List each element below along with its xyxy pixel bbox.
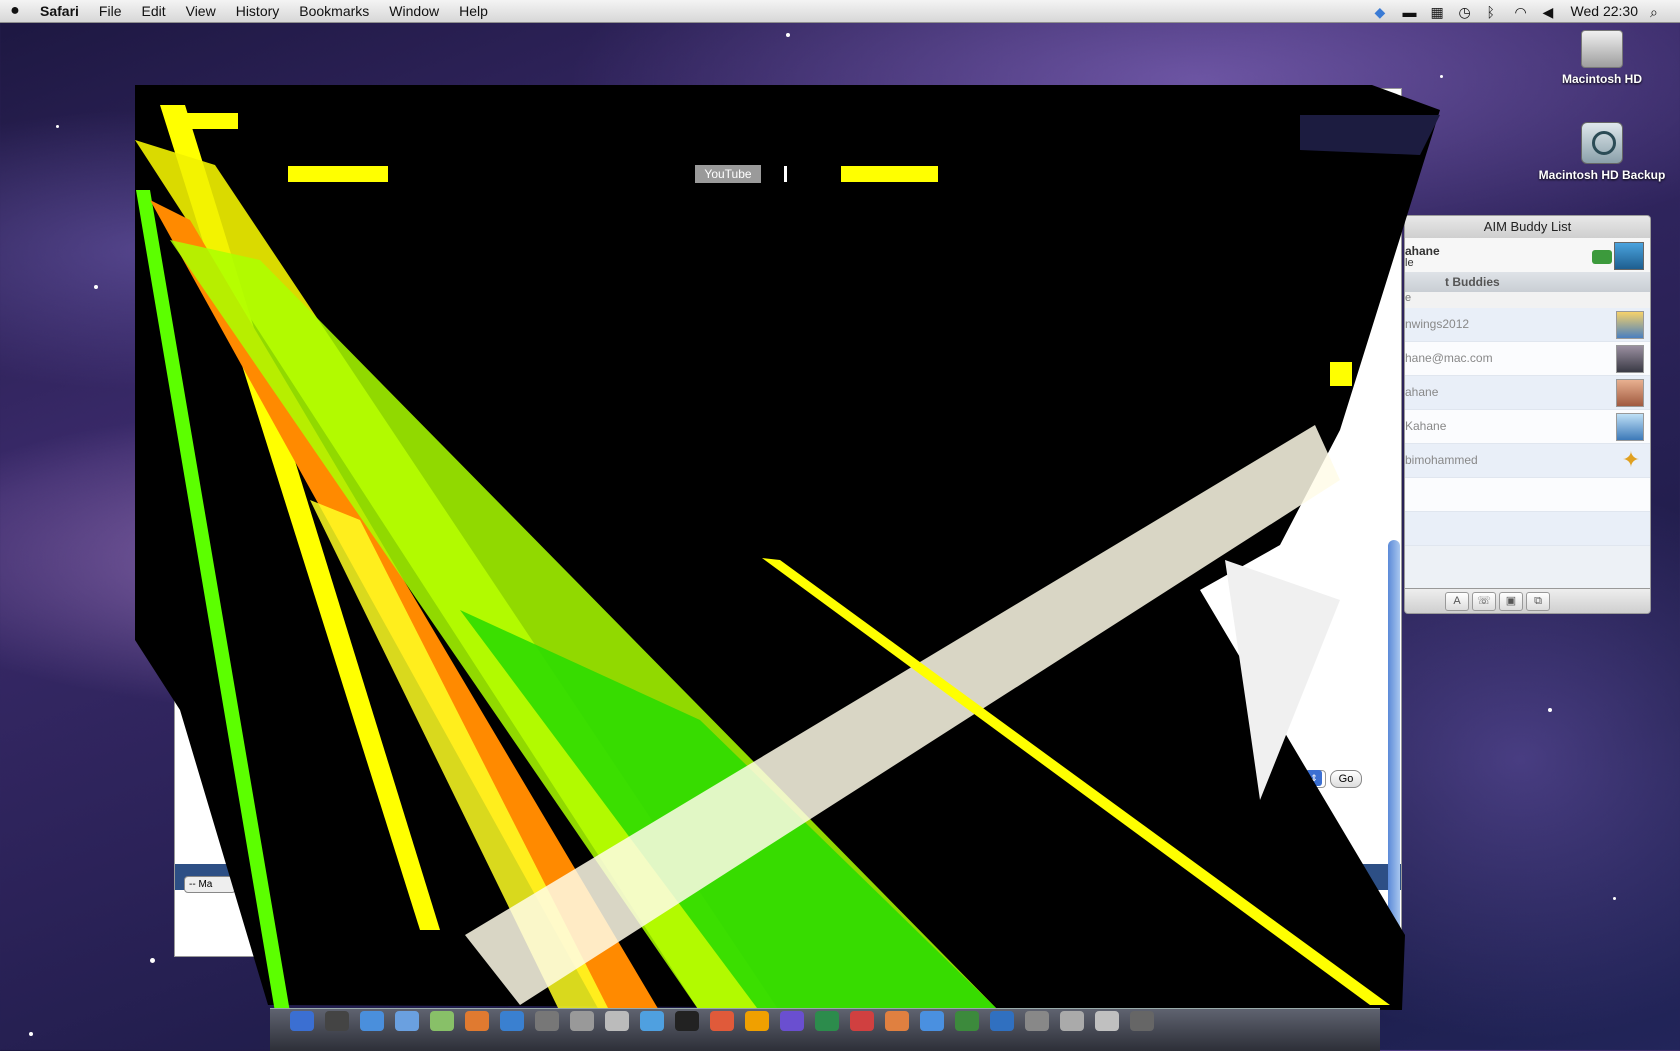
glitch-yellow-block	[841, 166, 938, 182]
menu-clock[interactable]: Wed 22:30	[1571, 3, 1638, 19]
dashboard-icon[interactable]	[325, 1011, 349, 1031]
system-preferences-icon[interactable]	[605, 1011, 629, 1031]
addressbook-icon[interactable]	[465, 1011, 489, 1031]
xcode-icon[interactable]	[920, 1011, 944, 1031]
menu-edit[interactable]: Edit	[131, 3, 175, 19]
spaces-icon[interactable]: ▦	[1431, 4, 1447, 20]
calendar-icon[interactable]	[535, 1011, 559, 1031]
menu-history[interactable]: History	[226, 3, 290, 19]
menu-bar: ● Safari File Edit View History Bookmark…	[0, 0, 1680, 23]
apple-menu-icon[interactable]: ●	[0, 2, 30, 20]
facetime-icon[interactable]	[955, 1011, 979, 1031]
display-icon[interactable]: ▬	[1403, 4, 1419, 20]
menu-help[interactable]: Help	[449, 3, 498, 19]
menu-file[interactable]: File	[89, 3, 132, 19]
documents-stack-icon[interactable]	[1095, 1011, 1119, 1031]
time-machine-icon[interactable]: ◷	[1459, 4, 1475, 20]
preview-icon[interactable]	[1025, 1011, 1049, 1031]
app-store-icon[interactable]	[640, 1011, 664, 1031]
glitch-navy-shard	[1300, 115, 1440, 155]
itunes-icon[interactable]	[500, 1011, 524, 1031]
finder-icon[interactable]	[290, 1011, 314, 1031]
bluetooth-icon[interactable]: ᛒ	[1487, 4, 1503, 20]
dropbox-icon[interactable]: ◆	[1375, 4, 1391, 20]
dock	[270, 1008, 1380, 1051]
iphoto-icon[interactable]	[745, 1011, 769, 1031]
volume-icon[interactable]: ◀	[1543, 4, 1559, 20]
menu-view[interactable]: View	[176, 3, 226, 19]
imovie-icon[interactable]	[780, 1011, 804, 1031]
spotlight-icon[interactable]: ⌕	[1650, 4, 1666, 20]
downloads-stack-icon[interactable]	[1060, 1011, 1084, 1031]
ichat-icon[interactable]	[430, 1011, 454, 1031]
numbers-icon[interactable]	[815, 1011, 839, 1031]
menu-window[interactable]: Window	[379, 3, 449, 19]
glitch-yellow-block	[183, 113, 238, 129]
safari-icon[interactable]	[360, 1011, 384, 1031]
pdf-icon[interactable]	[850, 1011, 874, 1031]
glitch-white-tick	[784, 166, 787, 182]
glitch-yellow-block	[288, 166, 388, 182]
youtube-label[interactable]: YouTube	[695, 165, 761, 183]
pages-icon[interactable]	[885, 1011, 909, 1031]
mail-icon[interactable]	[395, 1011, 419, 1031]
glitch-yellow-block	[1330, 362, 1352, 386]
photobooth-icon[interactable]	[710, 1011, 734, 1031]
glitched-render-window	[135, 85, 1440, 1012]
terminal-icon[interactable]	[675, 1011, 699, 1031]
aim-icon[interactable]	[990, 1011, 1014, 1031]
menu-app-name[interactable]: Safari	[30, 3, 89, 19]
wifi-icon[interactable]: ◠	[1515, 4, 1531, 20]
menu-bookmarks[interactable]: Bookmarks	[289, 3, 379, 19]
time-machine-dock-icon[interactable]	[570, 1011, 594, 1031]
trash-icon[interactable]	[1130, 1011, 1154, 1031]
